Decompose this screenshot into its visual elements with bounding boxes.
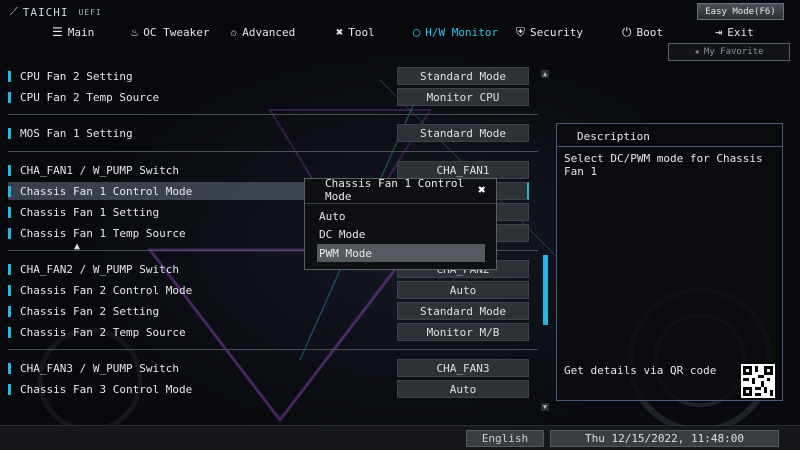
row-marker	[8, 185, 11, 197]
power-icon: ⏻	[622, 24, 632, 39]
setting-value[interactable]: Monitor CPU	[397, 88, 529, 106]
row-marker	[8, 305, 11, 317]
setting-label: CPU Fan 2 Temp Source	[20, 90, 160, 104]
setting-label: Chassis Fan 1 Control Mode	[20, 184, 193, 198]
tab-label: Exit	[727, 25, 754, 39]
row-marker	[8, 127, 11, 139]
setting-label: CHA_FAN3 / W_PUMP Switch	[20, 361, 179, 375]
setting-label: CPU Fan 2 Setting	[20, 69, 133, 83]
setting-label: CHA_FAN1 / W_PUMP Switch	[20, 163, 179, 177]
bottom-status-bar: English Thu 12/15/2022, 11:48:00	[0, 425, 800, 450]
my-favorite-button[interactable]: ★ My Favorite	[668, 43, 790, 61]
divider	[557, 146, 782, 147]
my-favorite-label: My Favorite	[703, 47, 764, 57]
setting-label: CHA_FAN2 / W_PUMP Switch	[20, 262, 179, 276]
setting-value[interactable]: Standard Mode	[397, 302, 529, 320]
setting-label: Chassis Fan 1 Setting	[20, 205, 160, 219]
setting-value[interactable]: Auto	[397, 281, 529, 299]
row-marker	[8, 383, 11, 395]
setting-value[interactable]: Standard Mode	[397, 67, 529, 85]
tab-exit[interactable]: ⇥ Exit	[715, 23, 754, 41]
easy-mode-button[interactable]: Easy Mode(F6)	[697, 3, 784, 20]
divider	[8, 349, 538, 350]
setting-value[interactable]: Standard Mode	[397, 124, 529, 142]
row-marker	[8, 206, 11, 218]
divider	[305, 203, 496, 204]
popup-option-auto[interactable]: Auto	[317, 207, 485, 225]
mouse-cursor-icon: ▲	[74, 241, 81, 252]
row-marker	[8, 263, 11, 275]
description-panel: Description Select DC/PWM mode for Chass…	[556, 123, 783, 401]
setting-value[interactable]: Auto	[397, 380, 529, 398]
setting-label: Chassis Fan 3 Control Mode	[20, 382, 193, 396]
divider	[8, 114, 538, 115]
setting-label: MOS Fan 1 Setting	[20, 126, 133, 140]
row-marker	[8, 91, 11, 103]
qr-code-caption: Get details via QR code	[564, 364, 717, 377]
scrollbar-thumb[interactable]	[543, 255, 548, 325]
tab-label: Boot	[636, 25, 664, 39]
setting-value[interactable]: CHA_FAN3	[397, 359, 529, 377]
tab-boot[interactable]: ⏻ Boot	[622, 23, 663, 41]
setting-label: Chassis Fan 2 Temp Source	[20, 325, 186, 339]
description-text: Select DC/PWM mode for Chassis Fan 1	[564, 152, 763, 178]
star-icon: ★	[694, 47, 700, 57]
row-marker	[8, 284, 11, 296]
setting-value[interactable]: Monitor M/B	[397, 323, 529, 341]
row-marker	[8, 362, 11, 374]
date-time-display[interactable]: Thu 12/15/2022, 11:48:00	[550, 430, 779, 447]
setting-label: Chassis Fan 2 Setting	[20, 304, 160, 318]
description-title: Description	[577, 130, 650, 143]
control-mode-popup: Chassis Fan 1 Control Mode ✖ Auto DC Mod…	[304, 177, 497, 270]
row-marker	[8, 326, 11, 338]
popup-title: Chassis Fan 1 Control Mode	[325, 177, 465, 203]
scroll-down-arrow[interactable]: ▼	[541, 403, 549, 411]
divider	[8, 151, 538, 152]
row-marker	[8, 70, 11, 82]
row-marker	[8, 227, 11, 239]
row-marker	[8, 164, 11, 176]
qr-code-icon	[741, 364, 775, 398]
popup-option-pwm-mode[interactable]: PWM Mode	[317, 244, 485, 262]
exit-icon: ⇥	[715, 25, 723, 39]
close-icon[interactable]: ✖	[478, 183, 486, 198]
popup-option-dc-mode[interactable]: DC Mode	[317, 225, 485, 243]
setting-label: Chassis Fan 1 Temp Source	[20, 226, 186, 240]
setting-label: Chassis Fan 2 Control Mode	[20, 283, 193, 297]
scroll-up-arrow[interactable]: ▲	[541, 70, 549, 78]
language-selector[interactable]: English	[466, 430, 544, 447]
